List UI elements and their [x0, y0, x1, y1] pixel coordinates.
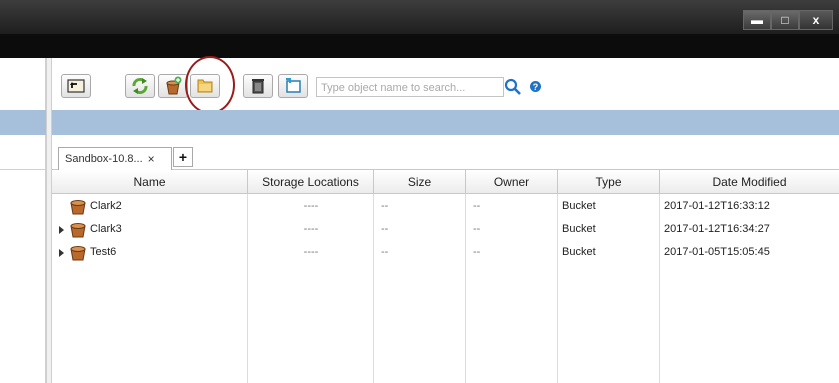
tab-close-icon[interactable]: ×	[148, 152, 155, 166]
row-storage: ----	[303, 200, 319, 212]
row-type: Bucket	[562, 223, 596, 235]
delete-button[interactable]	[243, 74, 273, 98]
refresh-button[interactable]	[125, 74, 155, 98]
row-owner: --	[473, 200, 481, 212]
search-input[interactable]	[321, 80, 471, 95]
table-row[interactable]: Clark3 ---- -- -- Bucket 2017-01-12T16:3…	[52, 218, 839, 241]
add-bucket-button[interactable]	[158, 74, 188, 98]
column-header-type[interactable]: Type	[558, 170, 660, 194]
object-table: Name Storage Locations Size Owner Type D…	[52, 170, 839, 383]
row-storage: ----	[303, 223, 319, 235]
window-controls: ▬ □ x	[743, 10, 833, 30]
add-bucket-icon	[166, 76, 182, 95]
row-size: --	[381, 200, 389, 212]
row-type: Bucket	[562, 246, 596, 258]
table-row[interactable]: Test6 ---- -- -- Bucket 2017-01-05T15:05…	[52, 241, 839, 264]
tab-label: Sandbox-10.8...	[65, 153, 143, 165]
header-band	[52, 110, 839, 135]
column-header-name[interactable]: Name	[52, 170, 248, 194]
row-size: --	[381, 223, 389, 235]
column-header-date-modified[interactable]: Date Modified	[660, 170, 839, 194]
expand-arrow-icon[interactable]	[59, 249, 64, 257]
row-name: Test6	[90, 246, 117, 258]
new-item-icon	[286, 78, 301, 93]
new-item-button[interactable]	[278, 74, 308, 98]
row-name: Clark3	[90, 223, 122, 235]
add-tab-button[interactable]: +	[173, 147, 193, 167]
row-type: Bucket	[562, 200, 596, 212]
row-name: Clark2	[90, 200, 122, 212]
column-header-storage[interactable]: Storage Locations	[248, 170, 374, 194]
refresh-icon	[132, 78, 148, 94]
minimize-button[interactable]: ▬	[743, 10, 771, 30]
left-panel-band	[0, 110, 46, 135]
new-folder-button[interactable]	[190, 74, 220, 98]
search-box	[316, 77, 504, 97]
close-button[interactable]: x	[799, 10, 833, 30]
tab-strip: Sandbox-10.8... × +	[52, 135, 839, 170]
search-icon[interactable]	[503, 77, 523, 97]
row-size: --	[381, 246, 389, 258]
row-owner: --	[473, 223, 481, 235]
column-header-owner[interactable]: Owner	[466, 170, 558, 194]
row-owner: --	[473, 246, 481, 258]
table-row[interactable]: Clark2 ---- -- -- Bucket 2017-01-12T16:3…	[52, 195, 839, 218]
title-bar: ▬ □ x	[0, 0, 839, 34]
delete-icon	[252, 79, 264, 94]
row-date-modified: 2017-01-12T16:34:27	[664, 223, 770, 235]
expand-arrow-icon[interactable]	[59, 226, 64, 234]
help-icon[interactable]: ?	[530, 81, 541, 92]
row-date-modified: 2017-01-05T15:05:45	[664, 246, 770, 258]
bucket-icon	[70, 223, 86, 238]
menu-bar	[0, 34, 839, 58]
toolbar: ?	[52, 58, 839, 110]
maximize-button[interactable]: □	[771, 10, 799, 30]
new-folder-icon	[197, 79, 213, 93]
bucket-icon	[70, 200, 86, 215]
left-panel	[0, 58, 46, 383]
bucket-icon	[70, 246, 86, 261]
folder-up-button[interactable]	[61, 74, 91, 98]
row-date-modified: 2017-01-12T16:33:12	[664, 200, 770, 212]
row-storage: ----	[303, 246, 319, 258]
folder-up-icon	[67, 79, 85, 93]
column-header-size[interactable]: Size	[374, 170, 466, 194]
tab-sandbox[interactable]: Sandbox-10.8... ×	[58, 147, 172, 170]
left-panel-separator	[0, 135, 46, 170]
table-header: Name Storage Locations Size Owner Type D…	[52, 170, 839, 194]
